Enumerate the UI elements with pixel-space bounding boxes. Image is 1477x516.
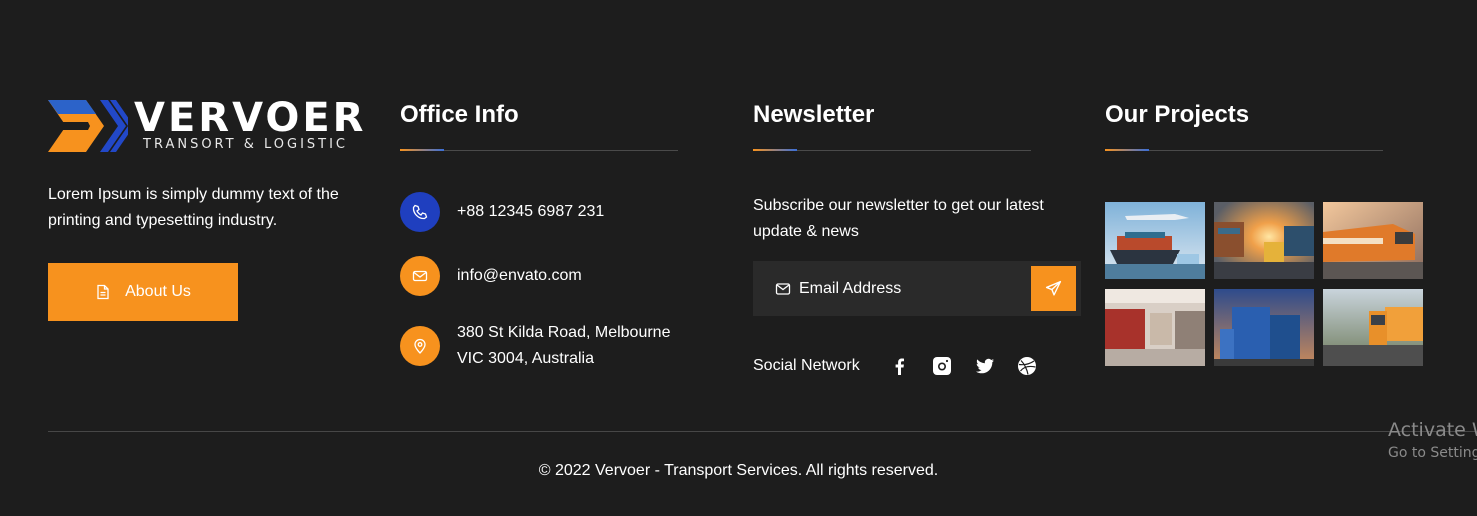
contact-address: 380 St Kilda Road, Melbourne VIC 3004, A…	[400, 324, 670, 372]
location-pin-icon	[400, 326, 440, 366]
newsletter-heading: Newsletter	[753, 101, 875, 128]
footer-divider	[48, 431, 1477, 432]
activate-title: Activate W	[1388, 419, 1477, 441]
logo-arrow-icon	[48, 100, 128, 152]
brand-description: Lorem Ipsum is simply dummy text of the …	[48, 186, 339, 229]
newsletter-form	[753, 261, 1081, 316]
copyright-text: © 2022 Vervoer - Transport Services. All…	[538, 462, 939, 479]
projects-heading-underline	[1105, 149, 1383, 151]
brand-name: VERVOER	[134, 95, 367, 141]
instagram-icon[interactable]	[932, 356, 952, 376]
activate-subtitle: Go to Setting	[1388, 445, 1477, 461]
subscribe-button[interactable]	[1031, 266, 1076, 311]
facebook-icon[interactable]	[890, 356, 910, 376]
document-icon	[97, 284, 109, 300]
brand-logo[interactable]: VERVOER TRANSORT & LOGISTIC	[48, 95, 368, 157]
address-line-1: 380 St Kilda Road, Melbourne	[457, 324, 671, 341]
project-image-truck[interactable]	[1323, 289, 1423, 366]
brand-tagline: TRANSORT & LOGISTIC	[143, 137, 349, 152]
activate-windows-watermark: Activate W Go to Setting	[1388, 419, 1477, 461]
project-image-train[interactable]	[1323, 202, 1423, 279]
phone-text: +88 12345 6987 231	[457, 203, 605, 220]
newsletter-description: Subscribe our newsletter to get our late…	[753, 197, 1044, 240]
project-image-cargo-ship[interactable]	[1105, 202, 1205, 279]
newsletter-heading-underline	[753, 149, 1031, 151]
mail-icon	[400, 256, 440, 296]
project-image-container-port[interactable]	[1214, 202, 1314, 279]
email-address-input[interactable]	[799, 279, 1019, 298]
send-icon	[1045, 280, 1062, 296]
project-image-workshop[interactable]	[1105, 289, 1205, 366]
about-us-button[interactable]: About Us	[48, 263, 238, 321]
email-text: info@envato.com	[457, 267, 582, 284]
phone-icon	[400, 192, 440, 232]
social-network-label: Social Network	[753, 357, 860, 374]
about-us-label: About Us	[125, 283, 191, 300]
contact-email[interactable]: info@envato.com	[400, 256, 582, 296]
office-heading: Office Info	[400, 101, 519, 128]
twitter-icon[interactable]	[975, 356, 995, 376]
office-heading-underline	[400, 149, 678, 151]
project-image-container-yard[interactable]	[1214, 289, 1314, 366]
dribbble-icon[interactable]	[1017, 356, 1037, 376]
envelope-icon	[775, 282, 791, 295]
address-line-2: VIC 3004, Australia	[457, 350, 594, 367]
contact-phone[interactable]: +88 12345 6987 231	[400, 192, 604, 232]
address-text: 380 St Kilda Road, Melbourne VIC 3004, A…	[457, 320, 670, 372]
projects-heading: Our Projects	[1105, 101, 1250, 128]
